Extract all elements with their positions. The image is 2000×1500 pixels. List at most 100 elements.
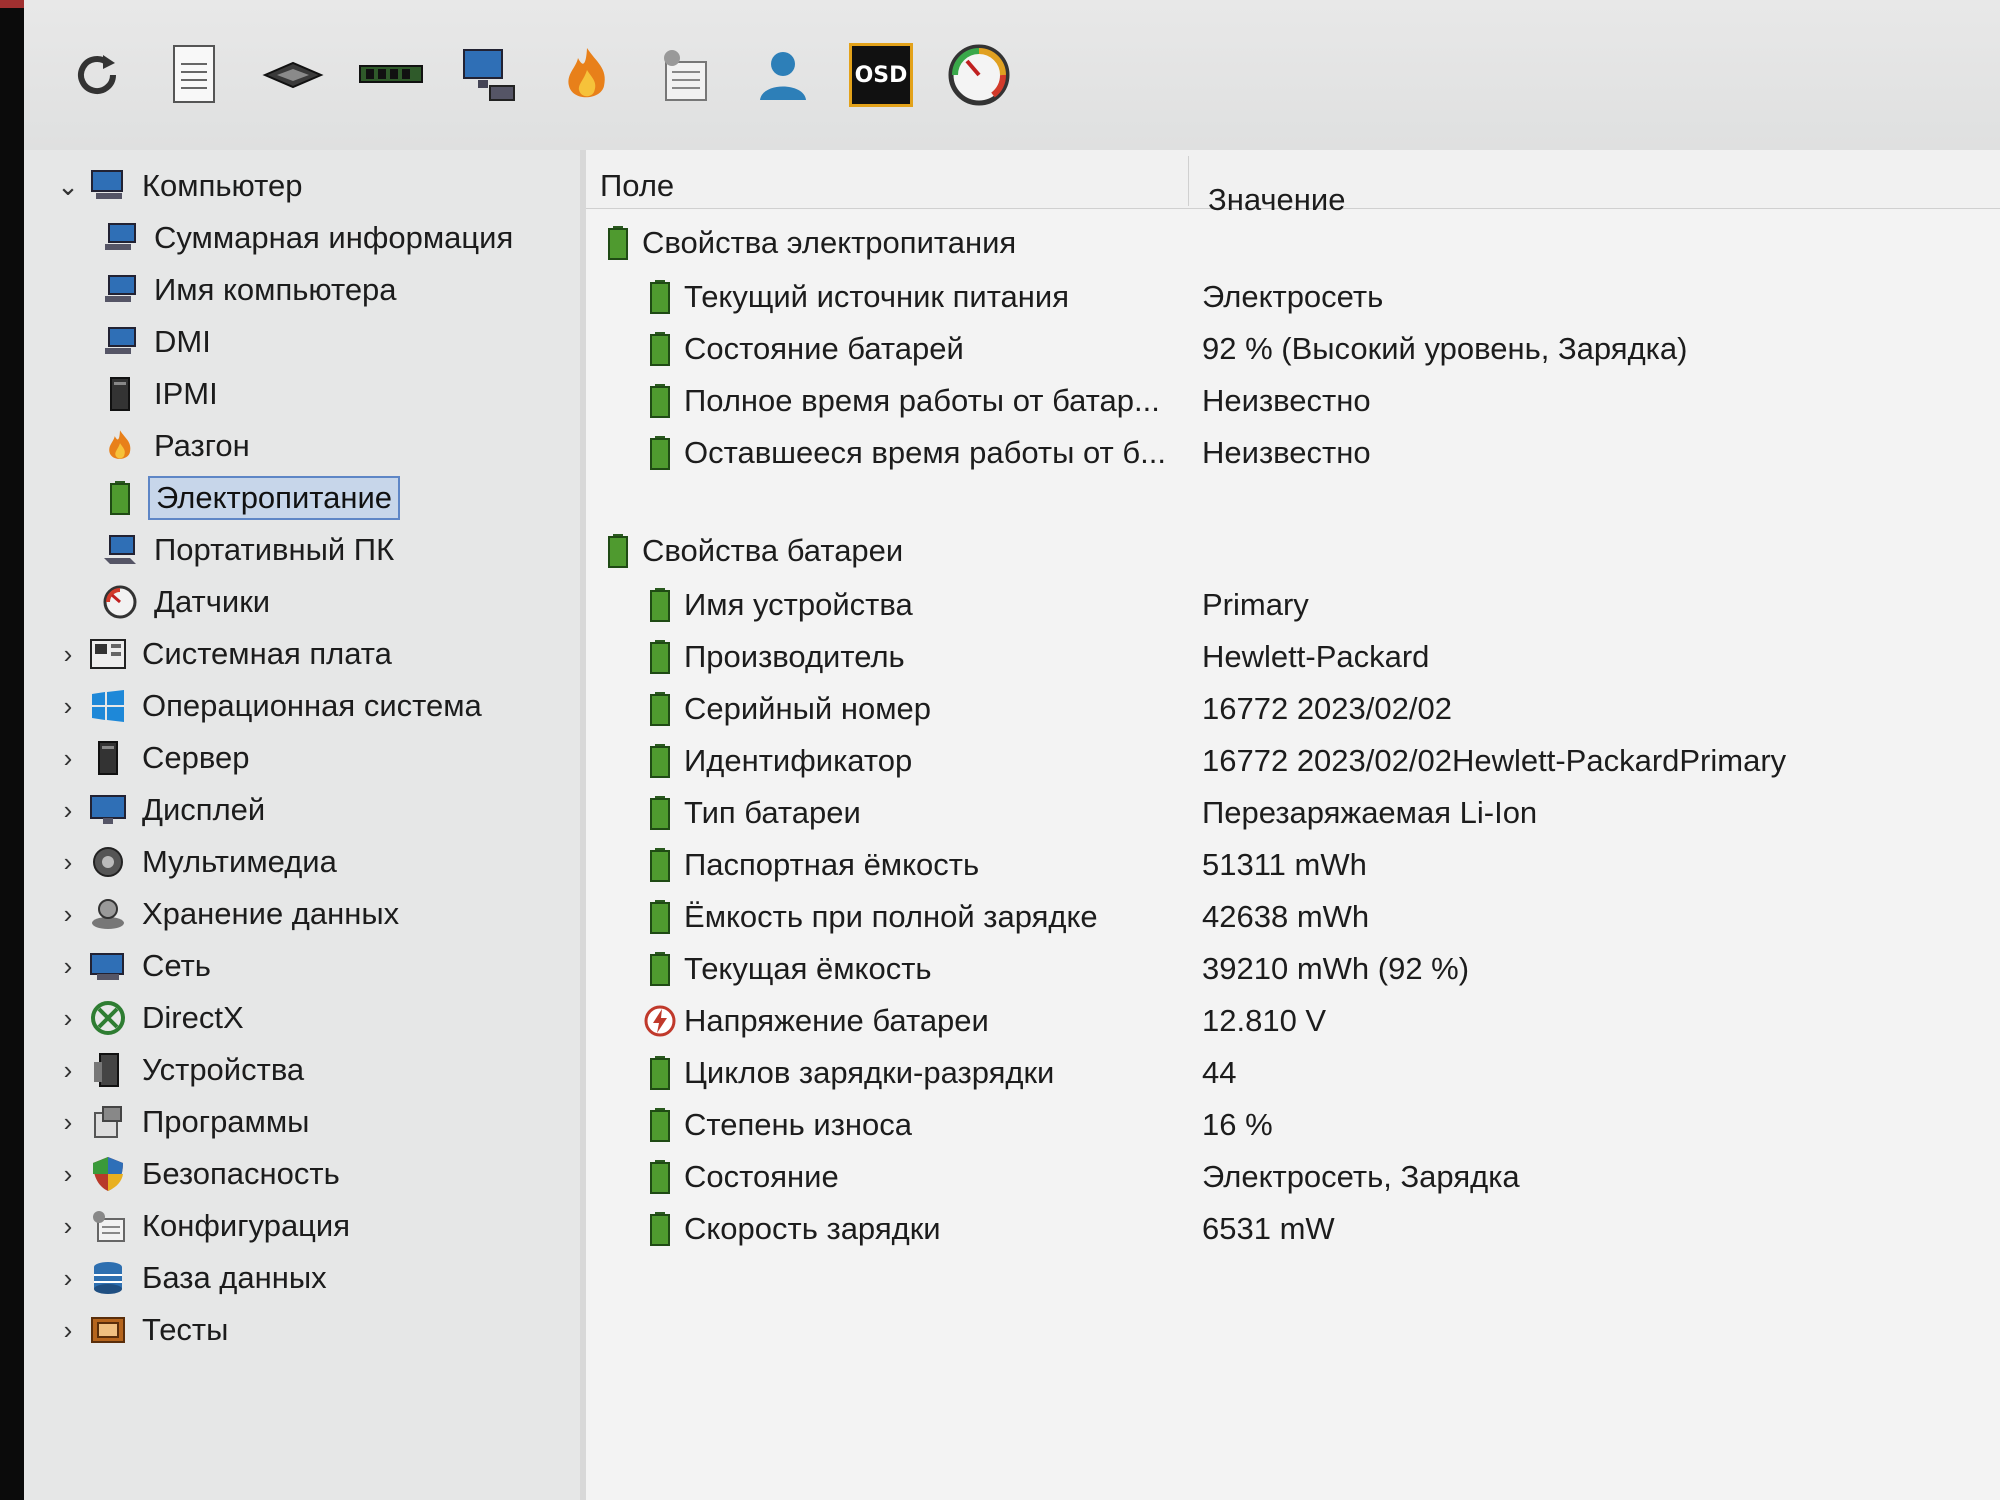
property-row[interactable]: Ёмкость при полной зарядке 42638 mWh <box>586 892 2000 942</box>
property-field: Производитель <box>684 639 905 674</box>
windows-icon <box>88 686 128 726</box>
tree-item-security[interactable]: › Безопасность <box>24 1148 580 1200</box>
chevron-down-icon[interactable]: ⌄ <box>48 166 88 206</box>
column-separator[interactable] <box>1188 156 1189 206</box>
property-field: Состояние батарей <box>684 331 964 366</box>
tree-item-storage[interactable]: › Хранение данных <box>24 888 580 940</box>
network-computer-button[interactable] <box>454 40 524 110</box>
property-row[interactable]: Производитель Hewlett-Packard <box>586 632 2000 682</box>
property-field: Паспортная ёмкость <box>684 847 980 882</box>
property-row[interactable]: Напряжение батареи 12.810 V <box>586 996 2000 1046</box>
property-field: Имя устройства <box>684 587 913 622</box>
property-row[interactable]: Степень износа 16 % <box>586 1100 2000 1150</box>
chevron-right-icon[interactable]: › <box>48 946 88 986</box>
chevron-right-icon[interactable]: › <box>48 1102 88 1142</box>
tree-item-multimedia[interactable]: › Мультимедиа <box>24 836 580 888</box>
motherboard-button[interactable] <box>258 40 328 110</box>
battery-icon <box>642 897 678 937</box>
tree-item-computer[interactable]: ⌄ Компьютер <box>24 160 580 212</box>
battery-icon <box>642 433 678 473</box>
chevron-right-icon[interactable]: › <box>48 1206 88 1246</box>
property-row[interactable]: Серийный номер 16772 2023/02/02 <box>586 684 2000 734</box>
tree-item-summary[interactable]: Суммарная информация <box>24 212 580 264</box>
laptop-icon <box>100 530 140 570</box>
server-icon <box>88 738 128 778</box>
tree-item-label: Операционная система <box>142 688 482 723</box>
chevron-right-icon[interactable]: › <box>48 686 88 726</box>
tree-item-label: Хранение данных <box>142 896 400 931</box>
user-button[interactable] <box>748 40 818 110</box>
property-row[interactable]: Скорость зарядки 6531 mW <box>586 1204 2000 1254</box>
property-value: Электросеть <box>1202 279 1384 314</box>
tree-item-label: База данных <box>142 1260 327 1295</box>
chevron-right-icon[interactable]: › <box>48 842 88 882</box>
property-value: Неизвестно <box>1202 383 1371 418</box>
chevron-right-icon[interactable]: › <box>48 894 88 934</box>
property-row[interactable]: Состояние Электросеть, Зарядка <box>586 1152 2000 1202</box>
column-header-field[interactable]: Поле <box>600 168 674 204</box>
property-row[interactable]: Оставшееся время работы от б... Неизвестн… <box>586 428 2000 478</box>
chevron-right-icon[interactable]: › <box>48 790 88 830</box>
property-field: Ёмкость при полной зарядке <box>684 899 1098 934</box>
chevron-right-icon[interactable]: › <box>48 1154 88 1194</box>
tree-item-overclock[interactable]: Разгон <box>24 420 580 472</box>
property-row[interactable]: Текущий источник питания Электросеть <box>586 272 2000 322</box>
tree-item-network[interactable]: › Сеть <box>24 940 580 992</box>
overclock-button[interactable] <box>552 40 622 110</box>
osd-button[interactable]: OSD <box>846 40 916 110</box>
group-title: Свойства батареи <box>642 533 904 568</box>
tree-item-sensors[interactable]: Датчики <box>24 576 580 628</box>
tree-item-power[interactable]: Электропитание <box>24 472 580 524</box>
column-header-value[interactable]: Значение <box>1208 182 1345 218</box>
chevron-right-icon[interactable]: › <box>48 1258 88 1298</box>
property-value: 16772 2023/02/02Hewlett-PackardPrimary <box>1202 743 1787 778</box>
server-icon <box>100 374 140 414</box>
flame-icon <box>100 426 140 466</box>
tree-item-database[interactable]: › База данных <box>24 1252 580 1304</box>
tree-item-programs[interactable]: › Программы <box>24 1096 580 1148</box>
property-row[interactable]: Текущая ёмкость 39210 mWh (92 %) <box>586 944 2000 994</box>
property-row[interactable]: Идентификатор 16772 2023/02/02Hewlett-Pac… <box>586 736 2000 786</box>
property-row[interactable]: Тип батареи Перезаряжаемая Li-Ion <box>586 788 2000 838</box>
tree-item-label: Конфигурация <box>142 1208 351 1243</box>
tree-item-ipmi[interactable]: IPMI <box>24 368 580 420</box>
chevron-right-icon[interactable]: › <box>48 1050 88 1090</box>
tree-item-motherboard[interactable]: › Системная плата <box>24 628 580 680</box>
tree-item-display[interactable]: › Дисплей <box>24 784 580 836</box>
chevron-right-icon[interactable]: › <box>48 634 88 674</box>
toolbar: OSD <box>24 0 2000 150</box>
tree-item-computer-name[interactable]: Имя компьютера <box>24 264 580 316</box>
refresh-button[interactable] <box>62 40 132 110</box>
report-icon <box>173 45 215 103</box>
property-row[interactable]: Паспортная ёмкость 51311 mWh <box>586 840 2000 890</box>
tree-item-configuration[interactable]: › Конфигурация <box>24 1200 580 1252</box>
chevron-right-icon[interactable]: › <box>48 1310 88 1350</box>
tree-item-label: Сеть <box>142 948 211 983</box>
group-header[interactable]: Свойства электропитания <box>586 218 2000 268</box>
config-button[interactable] <box>650 40 720 110</box>
battery-icon <box>642 1053 678 1093</box>
property-value: Primary <box>1202 587 1309 622</box>
xbox-icon <box>88 998 128 1038</box>
group-header[interactable]: Свойства батареи <box>586 526 2000 576</box>
navigation-tree: ⌄ Компьютер Суммарная информация Имя ком… <box>24 150 580 1500</box>
shield-icon <box>88 1154 128 1194</box>
benchmark-gauge-button[interactable] <box>944 40 1014 110</box>
tree-item-os[interactable]: › Операционная система <box>24 680 580 732</box>
tree-item-devices[interactable]: › Устройства <box>24 1044 580 1096</box>
chevron-right-icon[interactable]: › <box>48 998 88 1038</box>
property-row[interactable]: Имя устройства Primary <box>586 580 2000 630</box>
property-row[interactable]: Полное время работы от батар... Неизвестн… <box>586 376 2000 426</box>
battery-icon <box>600 223 636 263</box>
tree-item-directx[interactable]: › DirectX <box>24 992 580 1044</box>
property-row[interactable]: Состояние батарей 92 % (Высокий уровень, … <box>586 324 2000 374</box>
storage-icon <box>88 894 128 934</box>
tree-item-tests[interactable]: › Тесты <box>24 1304 580 1356</box>
property-row[interactable]: Циклов зарядки-разрядки 44 <box>586 1048 2000 1098</box>
tree-item-server[interactable]: › Сервер <box>24 732 580 784</box>
tree-item-dmi[interactable]: DMI <box>24 316 580 368</box>
tree-item-portable-pc[interactable]: Портативный ПК <box>24 524 580 576</box>
memory-button[interactable] <box>356 40 426 110</box>
report-button[interactable] <box>160 40 230 110</box>
chevron-right-icon[interactable]: › <box>48 738 88 778</box>
